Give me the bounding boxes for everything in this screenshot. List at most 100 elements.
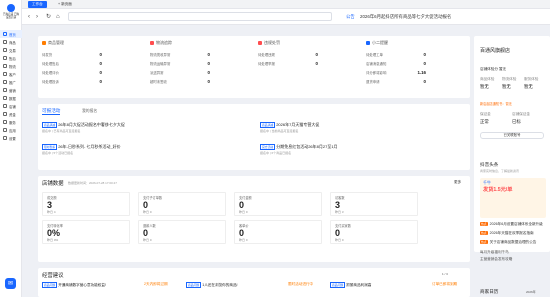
- experience-label: 服务体验: [524, 77, 539, 81]
- stat-row[interactable]: 评分即将影响 1.16: [366, 70, 426, 75]
- stat-row[interactable]: 店铺消息通知 0: [366, 61, 426, 66]
- add-tab-button[interactable]: + 新页面: [58, 1, 72, 8]
- sidebar-item[interactable]: 物流: [0, 62, 22, 70]
- stat-group-title: 商品管理: [42, 40, 64, 46]
- notice-tag: 公告: [346, 14, 355, 19]
- stat-row[interactable]: 物流揽收异常 0: [150, 52, 210, 57]
- tab-activity-available[interactable]: 可报活动: [42, 108, 61, 115]
- sidebar-item-icon: [3, 120, 7, 124]
- sidebar-item[interactable]: 交易: [0, 46, 22, 54]
- promo-banner[interactable]: 千牛 发货1.5元/单: [480, 178, 546, 218]
- sidebar-item-label: 营销: [9, 88, 16, 93]
- calendar-month[interactable]: 2026年: [526, 290, 536, 294]
- address-bar[interactable]: [68, 12, 332, 21]
- stat-row[interactable]: 派送异常 0: [150, 70, 210, 75]
- sidebar-item[interactable]: 设置: [0, 134, 22, 142]
- sidebar-item[interactable]: 应用: [0, 126, 22, 134]
- ops-action[interactable]: 2天内即将过期: [144, 282, 168, 287]
- sidebar-item[interactable]: 数据: [0, 94, 22, 102]
- shop-data-title: 店铺数据: [42, 181, 64, 187]
- metric-card[interactable]: 退款人数 0 昨日 0: [138, 220, 226, 244]
- stat-label: 待处理违规: [258, 53, 275, 57]
- stat-value: 0: [99, 52, 102, 57]
- sidebar-item[interactable]: 客户: [0, 70, 22, 78]
- stat-value: 0: [315, 61, 318, 66]
- forward-icon[interactable]: ›: [36, 13, 38, 21]
- activity-item[interactable]: 官方活动 分期免息红包活动26年8月27至1月: [260, 144, 338, 150]
- tab-workbench[interactable]: 工作台: [28, 1, 47, 8]
- activity-item[interactable]: 限时秒杀 26年-日秒系列- 七月秒杀活动_好价: [42, 144, 121, 150]
- stat-label: 待处理投诉: [42, 80, 59, 84]
- ops-pager[interactable]: 1 / 3: [442, 272, 448, 276]
- ops-item[interactable]: 商品问题 抓紧商品利润高: [330, 282, 371, 288]
- news-item[interactable]: 热点 2026年天猫狂欢季报名指南: [480, 231, 534, 236]
- metric-card[interactable]: 访客数 3 昨日 3: [330, 192, 418, 216]
- metric-card[interactable]: 成交额 3 昨日 4: [42, 192, 130, 216]
- stat-group-label: 商品管理: [48, 40, 64, 45]
- sidebar-item-icon: [3, 104, 7, 108]
- activity-title: 26年8月大促活动报名中奢侈七夕大促: [58, 122, 125, 127]
- sidebar-item[interactable]: 首页: [0, 30, 22, 38]
- news-item[interactable]: 热点 关于店铺商品数据治理的公告: [480, 240, 536, 245]
- metric-card[interactable]: 支付金额 0 昨日 0: [234, 192, 322, 216]
- metric-sub: 昨日 4: [47, 210, 56, 214]
- experience-label: 商品体验: [480, 77, 495, 81]
- sidebar-item-icon: [3, 48, 7, 52]
- sidebar-item[interactable]: 资金: [0, 110, 22, 118]
- sidebar-item-icon: [3, 96, 7, 100]
- news-link[interactable]: 每月升级福利千鸟: [480, 250, 509, 255]
- stat-row[interactable]: 待处理售后 0: [42, 61, 102, 66]
- deposit-label: 店铺保证金: [512, 112, 530, 116]
- ops-item[interactable]: 商品问题 开通商铺数字营心意功能权益!: [42, 282, 106, 288]
- ops-action[interactable]: 限时活动进行中: [288, 282, 313, 287]
- stat-value: 0: [99, 61, 102, 66]
- news-link[interactable]: 主营营销会发布攻略: [480, 257, 512, 262]
- shop-data-more[interactable]: 更多: [454, 180, 461, 185]
- stat-row[interactable]: 待处理举报 0: [258, 61, 318, 66]
- home-icon[interactable]: ⌂: [56, 13, 60, 21]
- metric-card[interactable]: 支付子订单数 0 昨日 0: [138, 192, 226, 216]
- stat-row[interactable]: 待发货 0: [42, 52, 102, 57]
- metric-card[interactable]: 支付转化率 0% 昨日 0%: [42, 220, 130, 244]
- tab-activity-mine[interactable]: 我的报名: [82, 109, 97, 114]
- ops-action[interactable]: 订单已即将到期: [432, 282, 457, 287]
- metric-card[interactable]: 支付买家数 0 昨日 0: [330, 220, 418, 244]
- sidebar-item[interactable]: 店铺: [0, 102, 22, 110]
- news-item[interactable]: 热点 2026年6月设置店铺体系全新升级: [480, 222, 543, 227]
- metric-card[interactable]: 客单价 0 昨日 0: [234, 220, 322, 244]
- stat-row[interactable]: 待处理投诉 0: [42, 79, 102, 84]
- linked-account-button[interactable]: 已关联账号: [480, 132, 544, 139]
- shop-data-card: 店铺数据 数据更新时间：2026-07-28 17:00:47 更多 成交额 3 昨…: [38, 176, 470, 262]
- ops-item[interactable]: 商品问题 1人还在浏览你的商品!: [186, 282, 238, 288]
- activity-item[interactable]: 商品满减 2026年7月天猫专营大促: [260, 122, 319, 128]
- stat-label: 待处理售后: [42, 62, 59, 66]
- sidebar-item[interactable]: 服务: [0, 118, 22, 126]
- metric-sub: 昨日 0: [239, 210, 248, 214]
- stat-value: 0: [423, 79, 426, 84]
- sidebar-item[interactable]: 售后: [0, 54, 22, 62]
- stat-row[interactable]: 待处理违规 0: [258, 52, 318, 57]
- notice-text[interactable]: 2026年6月起抖店所有商品等七夕大促活动报名: [360, 14, 451, 20]
- shop-notice[interactable]: 新店起店通知书：暂无: [480, 101, 512, 106]
- chat-icon[interactable]: ✉: [5, 278, 16, 289]
- calendar-title: 商家日历: [480, 289, 499, 294]
- sidebar-item[interactable]: 商品: [0, 38, 22, 46]
- stat-row[interactable]: 超时未签收 0: [150, 79, 210, 84]
- metric-sub: 昨日 0: [143, 210, 152, 214]
- sidebar-item-label: 商品: [9, 40, 16, 45]
- stat-row[interactable]: 退货申请 0: [366, 79, 426, 84]
- experience-label: 物流体验: [502, 77, 517, 81]
- sidebar-item[interactable]: 营销: [0, 86, 22, 94]
- stat-row[interactable]: 待处理评价 0: [42, 70, 102, 75]
- back-icon[interactable]: ‹: [28, 13, 30, 21]
- reload-icon[interactable]: ↻: [46, 13, 51, 21]
- sidebar-item[interactable]: 推广: [0, 78, 22, 86]
- stat-row[interactable]: 物流运输异常 0: [150, 61, 210, 66]
- right-panel: 百通风旗舰店 店铺体验分 暂无 商品体验 暂无 物流体验 暂无 服务体验 暂无 保证金 正常 店…: [474, 36, 550, 294]
- sidebar-item-label: 服务: [9, 120, 16, 125]
- stat-group-icon: [258, 41, 262, 45]
- activity-badge: 商品满减: [42, 122, 58, 128]
- stat-row[interactable]: 待处理工单 0: [366, 52, 426, 57]
- metric-value: 0: [239, 228, 245, 238]
- activity-item[interactable]: 商品满减 26年8月大促活动报名中奢侈七夕大促: [42, 122, 125, 128]
